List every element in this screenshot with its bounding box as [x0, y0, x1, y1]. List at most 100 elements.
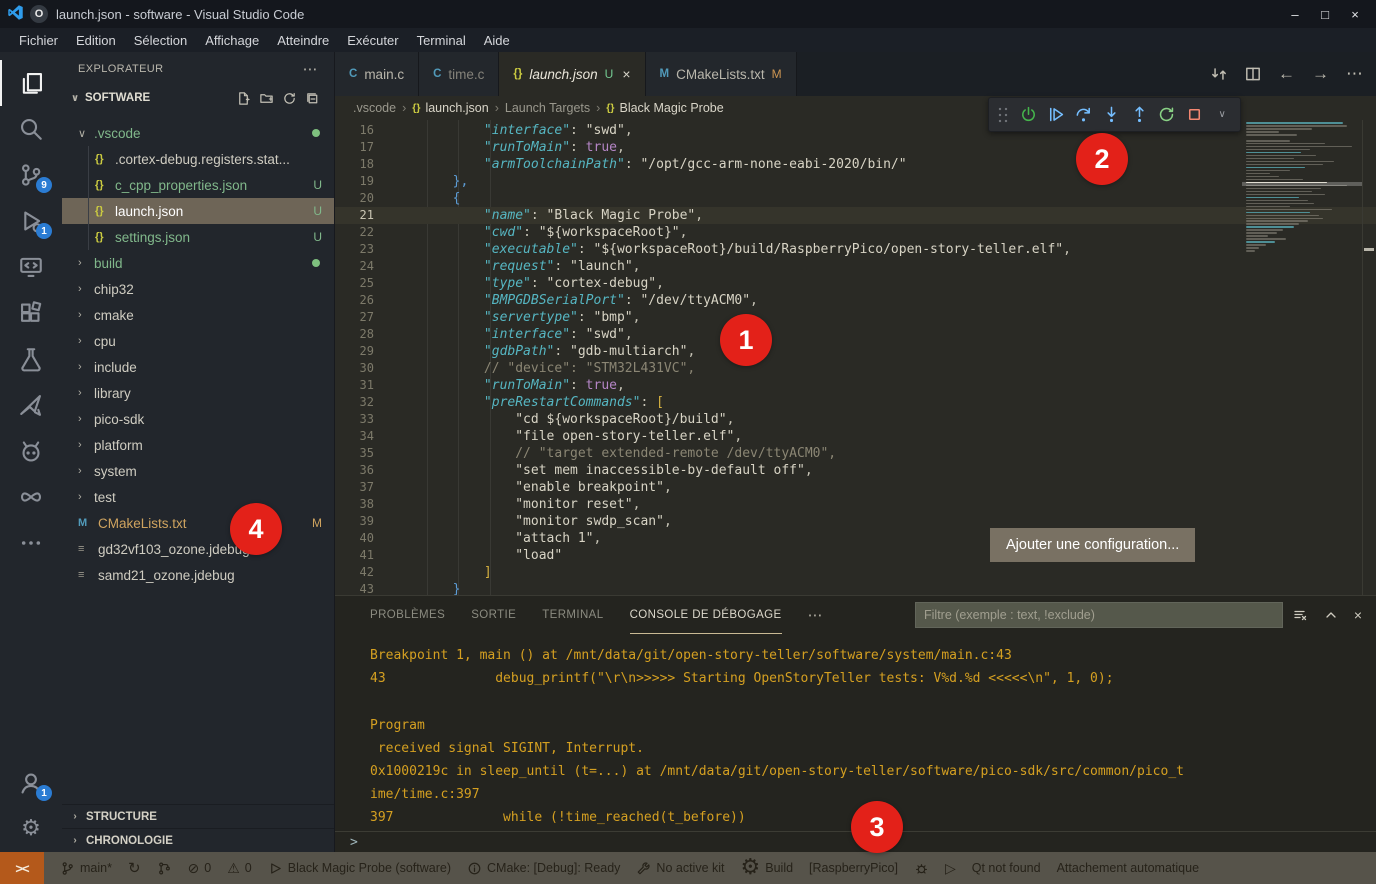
panel-tab-terminal[interactable]: TERMINAL	[542, 596, 603, 634]
outline-section[interactable]: › STRUCTURE	[62, 804, 334, 828]
close-panel-button[interactable]: ×	[1354, 607, 1362, 623]
status-launch-icon-item[interactable]: ▷	[945, 861, 956, 875]
restart-button[interactable]	[1153, 100, 1181, 129]
activity-extensions[interactable]	[0, 290, 62, 336]
breadcrumb-item-black-magic-probe[interactable]: {}Black Magic Probe	[606, 101, 723, 115]
tree-item-platform[interactable]: ›platform	[62, 432, 334, 458]
status-errors[interactable]: ⊘0	[188, 861, 212, 875]
tab-CMakeLists.txt[interactable]: MCMakeLists.txtM	[646, 52, 797, 96]
panel-more-icon[interactable]: ⋯	[808, 606, 825, 624]
new-file-button[interactable]	[236, 91, 251, 106]
menu-sélection[interactable]: Sélection	[125, 31, 196, 50]
panel-tab-console-de-débogage[interactable]: CONSOLE DE DÉBOGAGE	[630, 596, 782, 634]
step-into-button[interactable]	[1097, 100, 1125, 129]
tree-item-samd21_ozone.jdebug[interactable]: ≡samd21_ozone.jdebug	[62, 562, 334, 588]
maximize-button[interactable]: □	[1312, 3, 1338, 25]
workspace-section-header[interactable]: ∨ SOFTWARE	[62, 86, 334, 110]
tree-item-settings.json[interactable]: {}settings.jsonU	[62, 224, 334, 250]
status-warnings[interactable]: ⚠0	[227, 861, 252, 875]
continue-button[interactable]	[1042, 100, 1070, 129]
refresh-explorer-button[interactable]	[282, 91, 297, 106]
menu-edition[interactable]: Edition	[67, 31, 125, 50]
activity-source-control[interactable]: 9	[0, 152, 62, 198]
status-cmake-kit[interactable]: No active kit	[636, 861, 724, 876]
new-folder-button[interactable]	[259, 91, 274, 106]
status-cmake-target[interactable]: [RaspberryPico]	[809, 861, 898, 875]
activity-platformio-home[interactable]	[0, 428, 62, 474]
tab-time.c[interactable]: Ctime.c	[419, 52, 499, 96]
tree-item-launch.json[interactable]: {}launch.jsonU	[62, 198, 334, 224]
maximize-panel-button[interactable]	[1323, 607, 1339, 623]
power-button[interactable]	[1014, 100, 1042, 129]
tree-item-cpu[interactable]: ›cpu	[62, 328, 334, 354]
activity-search[interactable]	[0, 106, 62, 152]
activity-run-and-debug[interactable]: 1	[0, 198, 62, 244]
status-cmake-build[interactable]: ⚙Build	[741, 857, 794, 879]
activity-additional-views[interactable]	[0, 520, 62, 566]
tree-item-c_cpp_properties.json[interactable]: {}c_cpp_properties.jsonU	[62, 172, 334, 198]
tree-item-cmake[interactable]: ›cmake	[62, 302, 334, 328]
status-git-sync[interactable]: ↻	[128, 861, 141, 876]
activity-visual-studio-tools[interactable]	[0, 474, 62, 520]
activity-accounts[interactable]: 1	[0, 760, 62, 806]
tree-item-build[interactable]: ›build	[62, 250, 334, 276]
tree-item-.cortex-debug.registers.stat...[interactable]: {}.cortex-debug.registers.stat...	[62, 146, 334, 172]
tree-item-gd32vf103_ozone.jdebug[interactable]: ≡gd32vf103_ozone.jdebug	[62, 536, 334, 562]
status-qt-status[interactable]: Qt not found	[972, 861, 1041, 875]
console-filter-input[interactable]	[915, 602, 1283, 628]
activity-platformio-tools[interactable]	[0, 382, 62, 428]
menu-affichage[interactable]: Affichage	[196, 31, 268, 50]
menu-fichier[interactable]: Fichier	[10, 31, 67, 50]
minimap[interactable]	[1246, 122, 1358, 322]
status-git-branch[interactable]: main*	[60, 861, 112, 876]
panel-tab-sortie[interactable]: SORTIE	[471, 596, 516, 634]
activity-testing[interactable]	[0, 336, 62, 382]
menu-atteindre[interactable]: Atteindre	[268, 31, 338, 50]
drag-handle[interactable]	[997, 106, 1010, 124]
close-button[interactable]: ×	[1342, 3, 1368, 25]
breadcrumb-item-.vscode[interactable]: .vscode	[353, 101, 396, 115]
code-editor[interactable]: 16 "interface": "swd",17 "runToMain": tr…	[335, 120, 1376, 595]
tab-main.c[interactable]: Cmain.c	[335, 52, 419, 96]
sidebar-more-icon[interactable]: ⋯	[303, 60, 318, 78]
status-debug-target[interactable]: Black Magic Probe (software)	[268, 861, 451, 876]
panel-tab-problèmes[interactable]: PROBLÈMES	[370, 596, 445, 634]
more-actions-button[interactable]: ⋯	[1346, 64, 1364, 84]
remote-indicator[interactable]: ><	[0, 852, 44, 884]
split-editor-button[interactable]	[1244, 65, 1262, 83]
status-debug-icon-item[interactable]	[914, 861, 929, 876]
collapse-folders-button[interactable]	[305, 91, 320, 106]
status-git-graph[interactable]	[157, 861, 172, 876]
clear-console-button[interactable]	[1292, 607, 1308, 623]
add-configuration-button[interactable]: Ajouter une configuration...	[990, 528, 1195, 562]
tree-item-.vscode[interactable]: ∨.vscode	[62, 120, 334, 146]
menu-exécuter[interactable]: Exécuter	[338, 31, 407, 50]
close-tab-icon[interactable]: ×	[622, 66, 630, 82]
tab-launch.json[interactable]: {}launch.jsonU×	[499, 52, 645, 96]
navigate-forward-button[interactable]: →	[1312, 64, 1330, 84]
step-out-button[interactable]	[1125, 100, 1153, 129]
tree-item-system[interactable]: ›system	[62, 458, 334, 484]
minimize-button[interactable]: –	[1282, 3, 1308, 25]
activity-explorer[interactable]	[0, 60, 62, 106]
step-over-button[interactable]	[1070, 100, 1098, 129]
breadcrumb-item-launch.json[interactable]: {}launch.json	[412, 101, 488, 115]
tree-item-pico-sdk[interactable]: ›pico-sdk	[62, 406, 334, 432]
more-button[interactable]: ∨	[1208, 100, 1236, 129]
activity-settings[interactable]: ⚙	[0, 806, 62, 852]
open-changes-button[interactable]	[1210, 65, 1228, 83]
tree-item-CMakeLists.txt[interactable]: MCMakeLists.txtM	[62, 510, 334, 536]
activity-remote-explorer[interactable]	[0, 244, 62, 290]
stop-button[interactable]	[1181, 100, 1209, 129]
navigate-back-button[interactable]: ←	[1278, 64, 1296, 84]
tree-item-chip32[interactable]: ›chip32	[62, 276, 334, 302]
status-cmake-status[interactable]: CMake: [Debug]: Ready	[467, 861, 620, 876]
menu-terminal[interactable]: Terminal	[408, 31, 475, 50]
breadcrumb-item-launch-targets[interactable]: Launch Targets	[505, 101, 590, 115]
tree-item-test[interactable]: ›test	[62, 484, 334, 510]
menu-aide[interactable]: Aide	[475, 31, 519, 50]
tree-item-library[interactable]: ›library	[62, 380, 334, 406]
editor-scrollbar[interactable]	[1362, 120, 1376, 595]
timeline-section[interactable]: › CHRONOLOGIE	[62, 828, 334, 852]
tree-item-include[interactable]: ›include	[62, 354, 334, 380]
